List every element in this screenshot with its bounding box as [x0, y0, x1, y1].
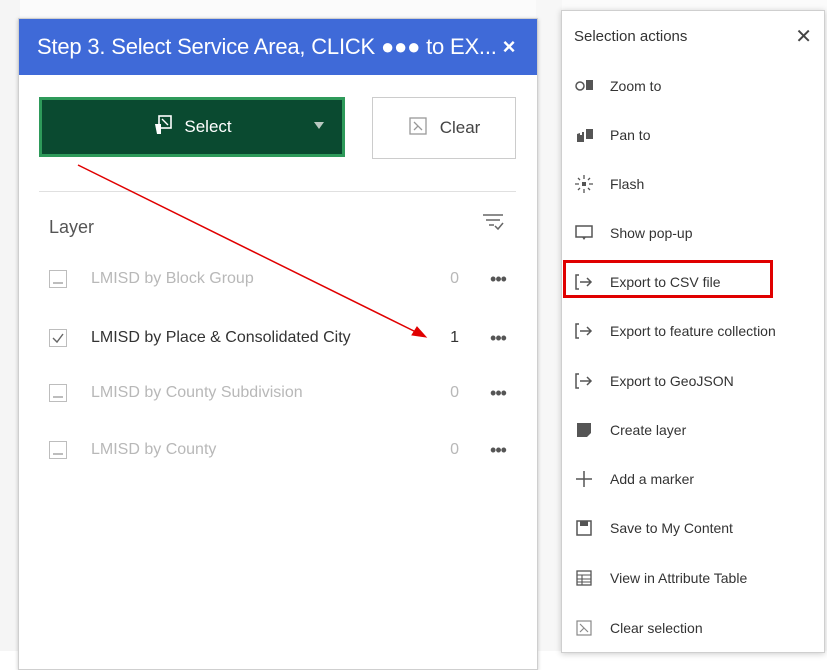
- menu-item-label: Flash: [610, 176, 645, 192]
- menu-item-pan-to[interactable]: Pan to: [574, 118, 814, 152]
- menu-item-create-layer[interactable]: Create layer: [574, 413, 814, 447]
- menu-item-save-to-my-content[interactable]: Save to My Content: [574, 511, 814, 545]
- menu-item-zoom-to[interactable]: Zoom to: [574, 69, 814, 103]
- clear-selection-icon: [574, 618, 594, 638]
- menu-item-label: Export to GeoJSON: [610, 373, 734, 389]
- create-layer-icon: [574, 420, 594, 440]
- highlight-box: [563, 260, 773, 298]
- menu-item-show-popup[interactable]: Show pop-up: [574, 216, 814, 250]
- menu-item-label: Show pop-up: [610, 225, 693, 241]
- export-icon: [574, 371, 594, 391]
- popup-icon: [574, 223, 594, 243]
- menu-item-export-geojson[interactable]: Export to GeoJSON: [574, 364, 814, 398]
- menu-item-label: Zoom to: [610, 78, 662, 94]
- menu-item-label: Create layer: [610, 422, 687, 438]
- menu-item-label: Add a marker: [610, 471, 695, 487]
- menu-item-add-marker[interactable]: Add a marker: [574, 462, 814, 496]
- zoom-to-icon: [574, 76, 594, 96]
- close-icon[interactable]: ✕: [795, 24, 812, 49]
- save-icon: [574, 518, 594, 538]
- table-icon: [574, 568, 594, 588]
- menu-item-export-feature-collection[interactable]: Export to feature collection: [574, 314, 814, 348]
- menu-item-flash[interactable]: Flash: [574, 167, 814, 201]
- menu-title: Selection actions: [574, 27, 688, 45]
- menu-item-label: Pan to: [610, 127, 651, 143]
- pan-to-icon: [574, 125, 594, 145]
- menu-item-clear-selection[interactable]: Clear selection: [574, 611, 814, 645]
- plus-icon: [574, 469, 594, 489]
- menu-item-label: Export to feature collection: [610, 323, 776, 339]
- menu-item-label: Clear selection: [610, 620, 703, 636]
- menu-item-label: View in Attribute Table: [610, 570, 748, 586]
- export-icon: [574, 321, 594, 341]
- menu-item-label: Save to My Content: [610, 520, 733, 536]
- flash-icon: [574, 174, 594, 194]
- menu-item-view-attribute-table[interactable]: View in Attribute Table: [574, 561, 814, 595]
- selection-actions-menu: Selection actions ✕ Zoom to Pan to Flash…: [561, 10, 825, 653]
- menu-header: Selection actions ✕: [562, 11, 824, 61]
